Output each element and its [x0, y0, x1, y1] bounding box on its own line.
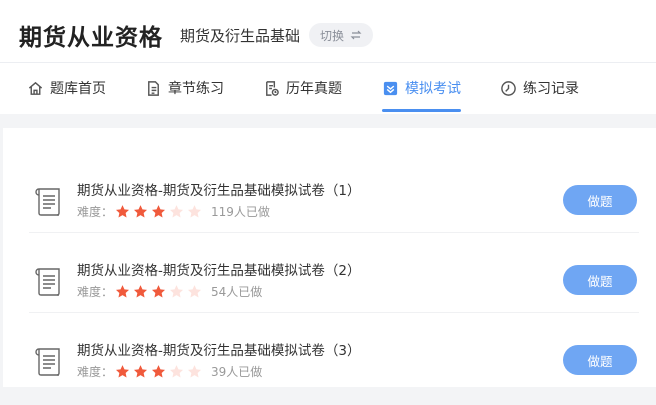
title-row: 期货从业资格 期货及衍生品基础 切换 [19, 18, 374, 52]
past-papers-icon [266, 80, 279, 96]
attempt-count: 54人已做 [211, 285, 263, 299]
star-empty-icon [187, 365, 202, 378]
top-header: 期货从业资格 期货及衍生品基础 切换 题库首页 章节练习 历年真题 模拟考试 练… [0, 0, 656, 114]
attempt-count: 39人已做 [211, 365, 263, 379]
list-item: 期货从业资格-期货及衍生品基础模拟试卷（2） 难度： 54人已做 做题 [3, 245, 656, 325]
tab-past-papers[interactable]: 历年真题 [263, 76, 342, 100]
tab-label: 题库首页 [50, 81, 106, 97]
star-filled-icon [115, 205, 130, 218]
star-empty-icon [169, 205, 184, 218]
difficulty-label: 难度： [77, 205, 114, 219]
difficulty-stars [115, 364, 202, 379]
scroll-icon [35, 268, 60, 296]
mock-exam-icon [383, 81, 398, 95]
tab-chapter-practice[interactable]: 章节练习 [145, 76, 224, 100]
star-empty-icon [169, 285, 184, 298]
subject-name: 期货及衍生品基础 [180, 26, 301, 45]
home-icon [28, 81, 43, 95]
switch-label: 切换 [320, 28, 345, 43]
difficulty-label: 难度： [77, 365, 114, 379]
clock-icon [501, 80, 516, 96]
exam-title: 期货从业资格-期货及衍生品基础模拟试卷（2） [77, 263, 361, 279]
swap-icon [350, 30, 362, 40]
star-empty-icon [169, 365, 184, 378]
star-filled-icon [133, 365, 148, 378]
tab-label: 历年真题 [286, 81, 342, 97]
star-empty-icon [187, 285, 202, 298]
exam-title: 期货从业资格-期货及衍生品基础模拟试卷（1） [77, 183, 361, 199]
active-tab-indicator [382, 109, 461, 112]
tab-question-bank-home[interactable]: 题库首页 [27, 76, 106, 100]
divider [29, 232, 639, 233]
list-item: 期货从业资格-期货及衍生品基础模拟试卷（1） 难度： 119人已做 做题 [3, 165, 656, 245]
app-title: 期货从业资格 [19, 25, 163, 51]
exam-meta: 难度： 39人已做 [77, 363, 262, 380]
star-filled-icon [133, 285, 148, 298]
scroll-icon [35, 348, 60, 376]
exam-meta: 难度： 54人已做 [77, 283, 262, 300]
do-exam-button[interactable]: 做题 [563, 345, 637, 375]
tab-label: 章节练习 [168, 81, 224, 97]
switch-subject-button[interactable]: 切换 [309, 23, 374, 47]
star-filled-icon [151, 365, 166, 378]
star-filled-icon [115, 285, 130, 298]
difficulty-label: 难度： [77, 285, 114, 299]
do-exam-button[interactable]: 做题 [563, 265, 637, 295]
difficulty-stars [115, 284, 202, 299]
star-filled-icon [115, 365, 130, 378]
do-exam-button[interactable]: 做题 [563, 185, 637, 215]
star-empty-icon [187, 205, 202, 218]
tab-mock-exam[interactable]: 模拟考试 [382, 76, 461, 100]
star-filled-icon [151, 205, 166, 218]
star-filled-icon [133, 205, 148, 218]
divider [29, 312, 639, 313]
tabs-divider [0, 62, 656, 63]
tab-practice-records[interactable]: 练习记录 [500, 76, 579, 100]
difficulty-stars [115, 204, 202, 219]
tab-label: 练习记录 [523, 81, 579, 97]
exam-meta: 难度： 119人已做 [77, 203, 270, 220]
document-icon [148, 80, 159, 96]
list-item: 期货从业资格-期货及衍生品基础模拟试卷（3） 难度： 39人已做 做题 [3, 325, 656, 405]
tab-label: 模拟考试 [405, 81, 461, 97]
exam-list: 期货从业资格-期货及衍生品基础模拟试卷（1） 难度： 119人已做 做题 期货从… [3, 128, 656, 387]
attempt-count: 119人已做 [211, 205, 270, 219]
exam-title: 期货从业资格-期货及衍生品基础模拟试卷（3） [77, 343, 361, 359]
scroll-icon [35, 188, 60, 216]
star-filled-icon [151, 285, 166, 298]
